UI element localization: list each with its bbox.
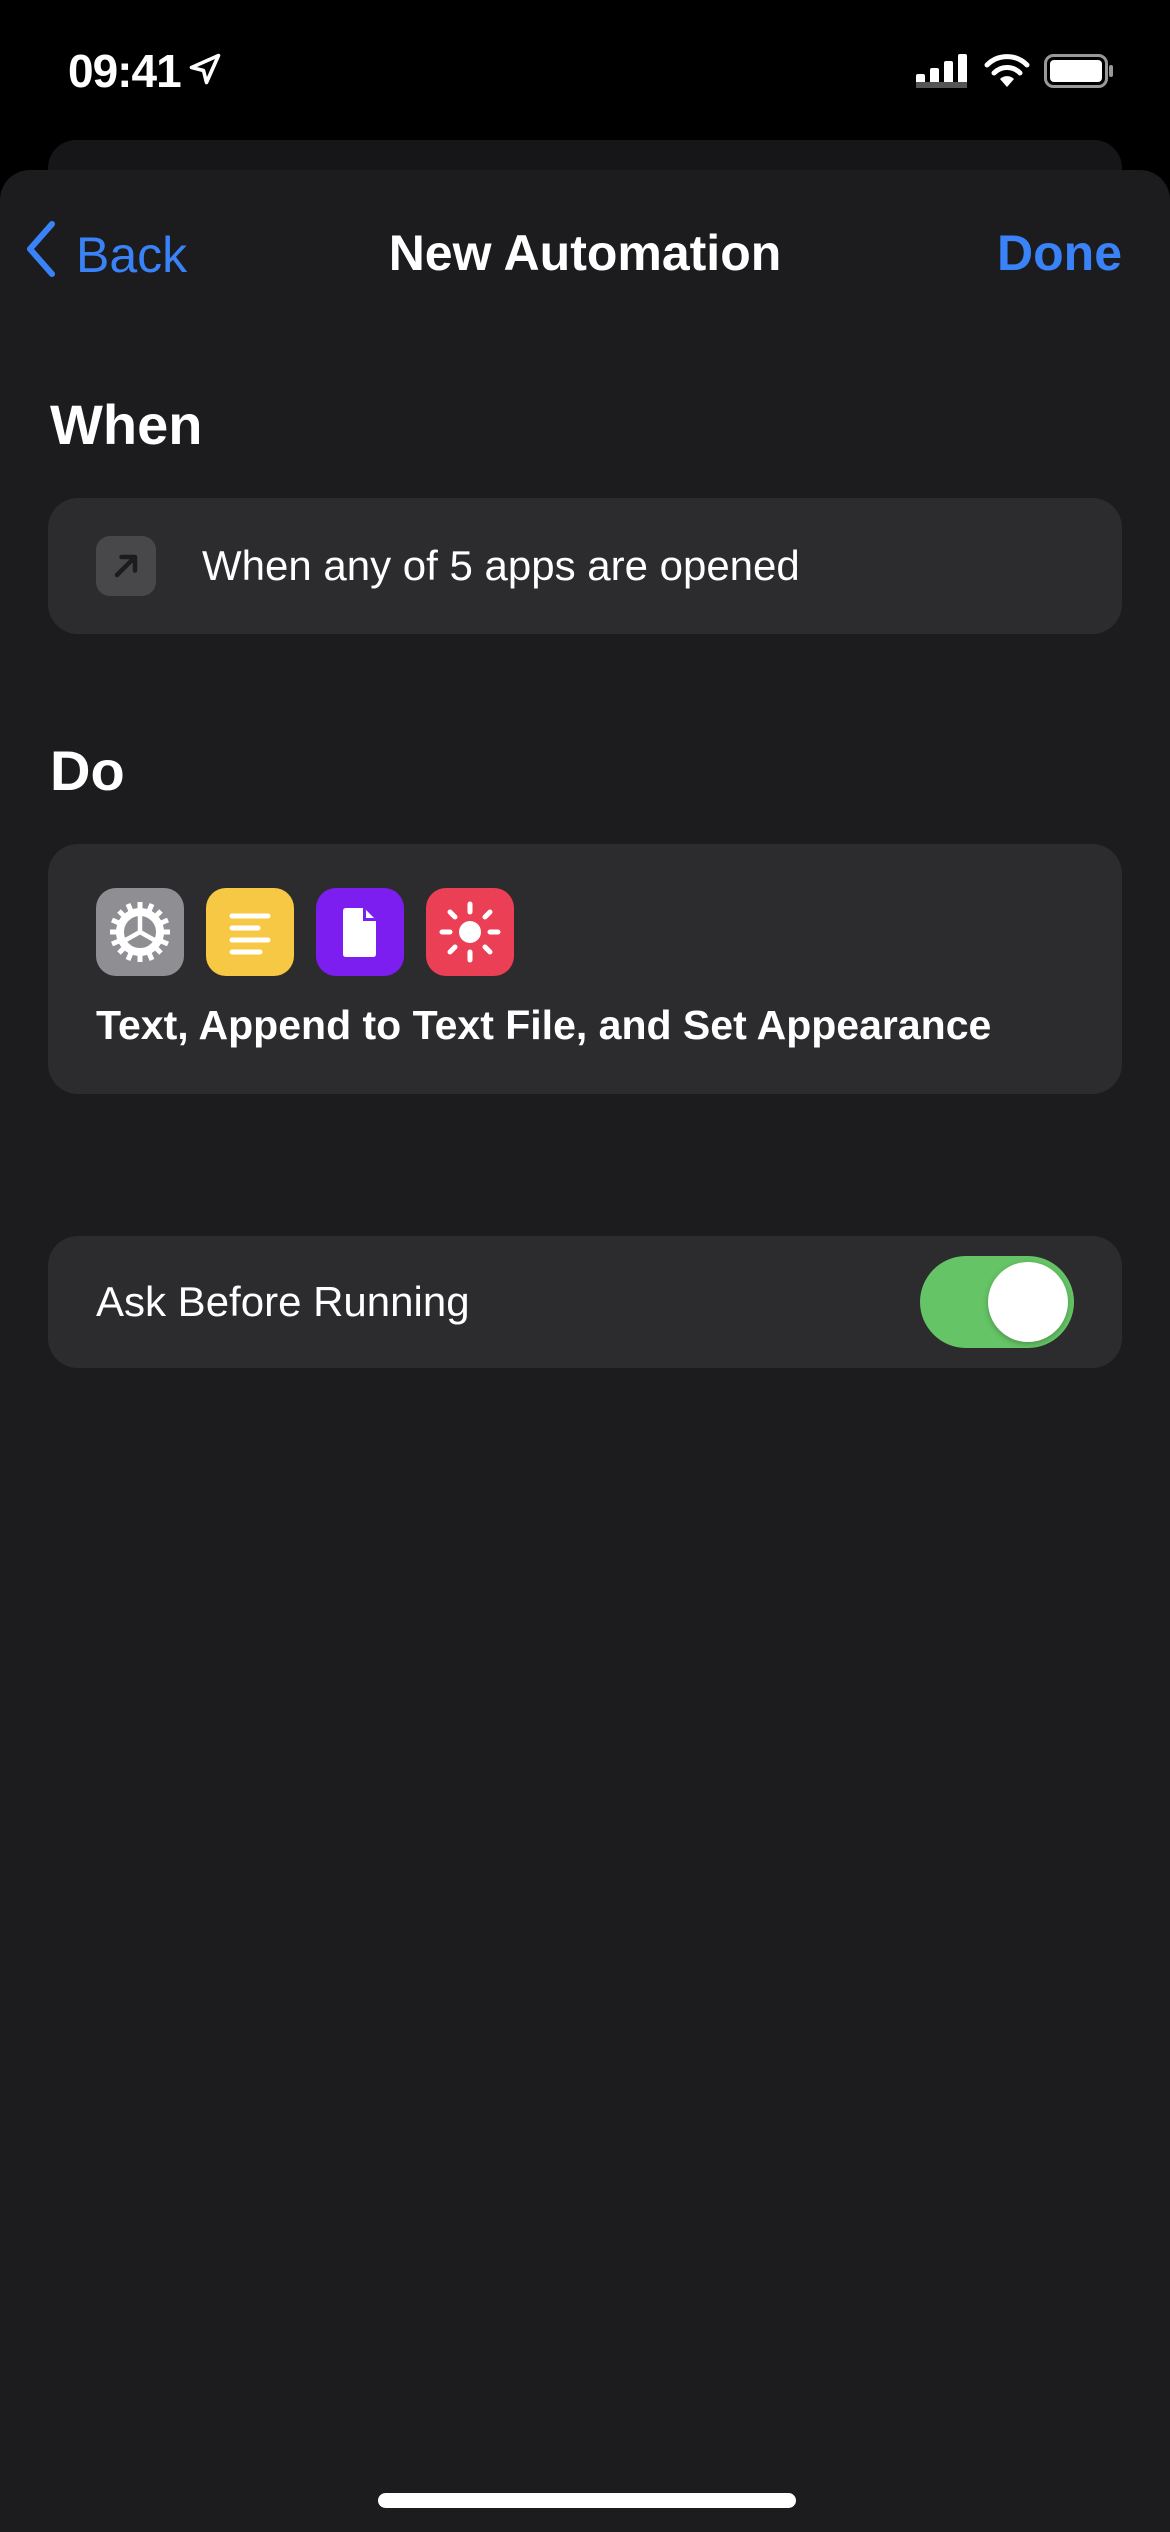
actions-summary: Text, Append to Text File, and Set Appea… <box>96 1002 992 1048</box>
sun-brightness-icon <box>426 888 514 976</box>
text-lines-icon <box>206 888 294 976</box>
location-arrow-icon <box>187 44 223 98</box>
status-bar: 09:41 <box>0 0 1170 150</box>
back-label: Back <box>76 227 188 283</box>
ask-before-running-toggle[interactable] <box>920 1256 1074 1348</box>
status-time: 09:41 <box>68 44 223 98</box>
back-button[interactable]: Back <box>24 220 187 290</box>
do-heading: Do <box>50 739 125 802</box>
ask-before-running-row: Ask Before Running <box>48 1236 1122 1368</box>
ask-before-running-label: Ask Before Running <box>96 1278 470 1325</box>
when-heading: When <box>50 393 203 456</box>
settings-gear-icon <box>96 888 184 976</box>
clock-text: 09:41 <box>68 45 182 97</box>
wifi-icon <box>984 54 1030 93</box>
home-indicator[interactable] <box>378 2493 796 2508</box>
done-button[interactable]: Done <box>997 224 1122 282</box>
when-trigger-card[interactable]: When any of 5 apps are opened <box>48 498 1122 634</box>
battery-icon <box>1044 54 1114 93</box>
toggle-knob <box>988 1262 1068 1342</box>
document-icon <box>316 888 404 976</box>
navigation-bar: Back New Automation Done <box>0 200 1170 310</box>
arrow-up-right-icon <box>96 536 156 596</box>
action-icons <box>96 888 514 976</box>
do-actions-card[interactable]: Text, Append to Text File, and Set Appea… <box>48 844 1122 1094</box>
status-indicators <box>916 54 1114 93</box>
cellular-signal-icon <box>916 54 970 93</box>
chevron-left-icon <box>24 220 58 290</box>
trigger-text: When any of 5 apps are opened <box>202 542 800 589</box>
